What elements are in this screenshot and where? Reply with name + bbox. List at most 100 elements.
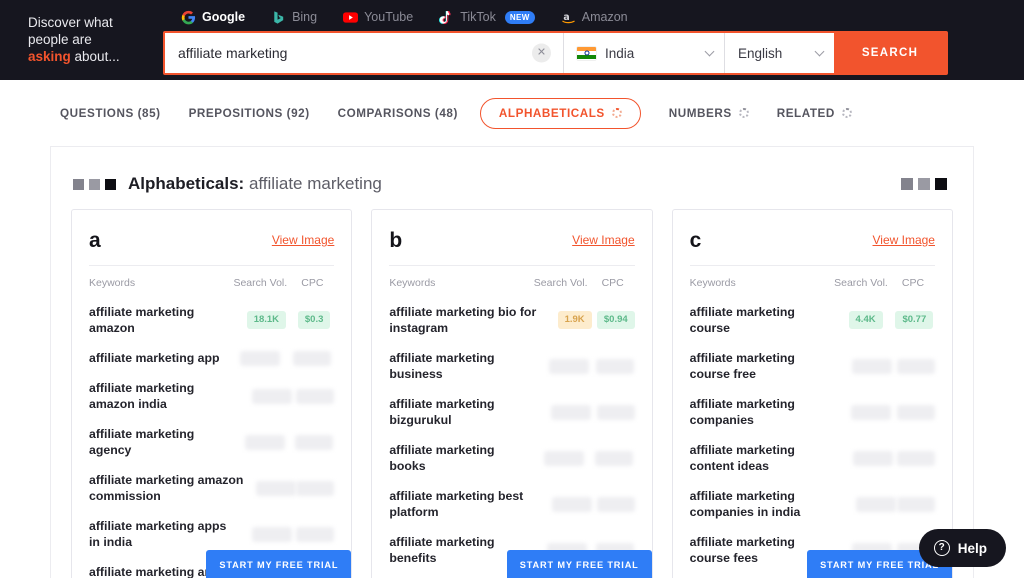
cpc-badge-hidden [296, 526, 335, 542]
card-c-letter: c [689, 229, 702, 252]
keyword-text: affiliate marketing bio for instagram [389, 305, 537, 335]
alphabetical-card-b: b View Image Keywords Search Vol. CPC af… [371, 209, 653, 578]
engine-tab-google[interactable]: Google [168, 6, 258, 28]
tab-comparisons[interactable]: COMPARISONS (48) [338, 98, 458, 129]
table-row[interactable]: affiliate marketing best platform [389, 481, 635, 527]
cpc-badge-hidden [293, 350, 332, 366]
keyword-text: affiliate marketing bizgurukul [389, 397, 495, 427]
keyword-text: affiliate marketing content ideas [689, 443, 795, 473]
cpc-badge: $0.94 [596, 311, 635, 329]
engine-label-bing: Bing [292, 10, 318, 24]
keyword-text: affiliate marketing amazon commission [89, 473, 244, 503]
engine-tab-amazon[interactable]: a Amazon [548, 6, 641, 28]
engine-tab-tiktok[interactable]: TikTok NEW [426, 6, 548, 28]
tab-prepositions[interactable]: PREPOSITIONS (92) [189, 98, 310, 129]
table-row[interactable]: affiliate marketing companies [690, 389, 935, 435]
tab-prepositions-label: PREPOSITIONS (92) [188, 106, 310, 120]
loading-spinner-icon-alphabeticals [611, 108, 622, 118]
keyword-text: affiliate marketing course [689, 305, 795, 335]
view-image-link-b[interactable]: View Image [572, 233, 634, 247]
card-b-letter: b [389, 229, 403, 252]
tab-related[interactable]: RELATED [777, 98, 852, 129]
start-free-trial-button-a[interactable]: START MY FREE TRIAL [206, 550, 352, 578]
search-vol-badge-hidden [552, 496, 593, 512]
bing-icon [274, 10, 284, 24]
card-a-letter: a [89, 229, 101, 252]
engine-label-youtube: YouTube [364, 10, 414, 24]
card-c-column-headers: Keywords Search Vol. CPC [689, 265, 935, 297]
search-vol-badge: 18.1K [246, 311, 287, 329]
engine-tab-youtube[interactable]: YouTube [330, 6, 426, 28]
search-input[interactable] [165, 33, 563, 73]
country-select[interactable]: India [563, 33, 724, 73]
cpc-badge-hidden [296, 480, 335, 496]
table-row[interactable]: affiliate marketing course free [690, 343, 935, 389]
search-button[interactable]: SEARCH [834, 33, 946, 73]
search-vol-badge-hidden [240, 350, 281, 366]
clear-search-icon[interactable]: ✕ [532, 43, 551, 63]
search-vol-badge-hidden [252, 388, 293, 404]
keyword-text: affiliate marketing app [89, 351, 220, 365]
search-vol-badge-hidden [851, 404, 892, 420]
search-engine-tabs: Google Bing YouTube TikTok NEW a Amazon [168, 6, 641, 28]
search-vol-badge-hidden [855, 496, 896, 512]
engine-tab-bing[interactable]: Bing [258, 6, 330, 28]
alphabetical-card-a: a View Image Keywords Search Vol. CPC af… [71, 209, 353, 578]
table-row[interactable]: affiliate marketing course 4.4K $0.77 [690, 297, 935, 343]
search-vol-badge-hidden [550, 404, 591, 420]
search-vol-badge-hidden [851, 358, 892, 374]
engine-label-google: Google [202, 10, 246, 24]
col-header-search-vol-c: Search Vol. [834, 277, 888, 289]
keyword-text: affiliate marketing amazon india [89, 381, 195, 411]
language-select[interactable]: English [724, 33, 834, 73]
chevron-down-icon-country [704, 46, 715, 57]
tab-numbers[interactable]: NUMBERS [669, 98, 749, 129]
view-grid-small-icon-right[interactable] [901, 178, 913, 190]
tagline-line-1: Discover what [28, 15, 113, 30]
table-row[interactable]: affiliate marketing bio for instagram 1.9… [389, 297, 635, 343]
tab-alphabeticals[interactable]: ALPHABETICALS [479, 97, 641, 129]
keyword-text: affiliate marketing best platform [389, 489, 524, 519]
loading-spinner-icon-related [841, 108, 852, 118]
view-grid-small-icon[interactable] [73, 178, 84, 190]
table-row[interactable]: affiliate marketing app [89, 343, 334, 373]
help-widget[interactable]: ? Help [918, 529, 1006, 567]
view-list-icon-right[interactable] [935, 178, 947, 190]
search-vol-badge: 1.9K [557, 311, 592, 329]
tab-questions[interactable]: QUESTIONS (85) [60, 98, 161, 129]
youtube-icon [343, 11, 359, 23]
table-row[interactable]: affiliate marketing companies in india [690, 481, 935, 527]
start-free-trial-button-b[interactable]: START MY FREE TRIAL [506, 550, 652, 578]
table-row[interactable]: affiliate marketing bizgurukul [389, 389, 635, 435]
col-header-cpc-b: CPC [601, 277, 624, 289]
table-row[interactable]: affiliate marketing content ideas [690, 435, 935, 481]
table-row[interactable]: affiliate marketing books [389, 435, 634, 481]
tagline-line-2: people are [28, 32, 92, 47]
table-row[interactable]: affiliate marketing agency [89, 419, 334, 465]
card-c-rows: affiliate marketing course 4.4K $0.77 affi… [690, 297, 935, 578]
keyword-text: affiliate marketing amazon [89, 305, 195, 335]
table-row[interactable]: affiliate marketing amazon 18.1K $0.3 [89, 297, 334, 343]
search-vol-badge: 4.4K [848, 311, 883, 329]
tab-related-label: RELATED [776, 106, 835, 120]
keyword-text: affiliate marketing course free [689, 351, 795, 381]
cpc-badge-hidden [596, 404, 635, 420]
results-title-query: affiliate marketing [248, 174, 382, 193]
card-c-header: c View Image [690, 230, 935, 265]
table-row[interactable]: affiliate marketing business [389, 343, 635, 389]
card-b-rows: affiliate marketing bio for instagram 1.9… [389, 297, 635, 578]
view-toggle-left [73, 178, 116, 190]
table-row[interactable]: affiliate marketing amazon commission [89, 465, 335, 511]
cpc-badge-hidden [596, 358, 635, 374]
table-row[interactable]: affiliate marketing amazon india [89, 373, 335, 419]
view-list-icon[interactable] [105, 178, 116, 190]
view-grid-medium-icon-right[interactable] [918, 178, 930, 190]
card-a-column-headers: Keywords Search Vol. CPC [89, 265, 335, 297]
view-grid-medium-icon[interactable] [89, 178, 100, 190]
view-image-link-a[interactable]: View Image [272, 233, 334, 247]
cpc-badge-hidden [896, 358, 935, 374]
tab-questions-label: QUESTIONS (85) [60, 106, 161, 120]
search-vol-badge-hidden [852, 450, 893, 466]
view-image-link-c[interactable]: View Image [873, 233, 935, 247]
card-a-header: a View Image [89, 230, 334, 265]
